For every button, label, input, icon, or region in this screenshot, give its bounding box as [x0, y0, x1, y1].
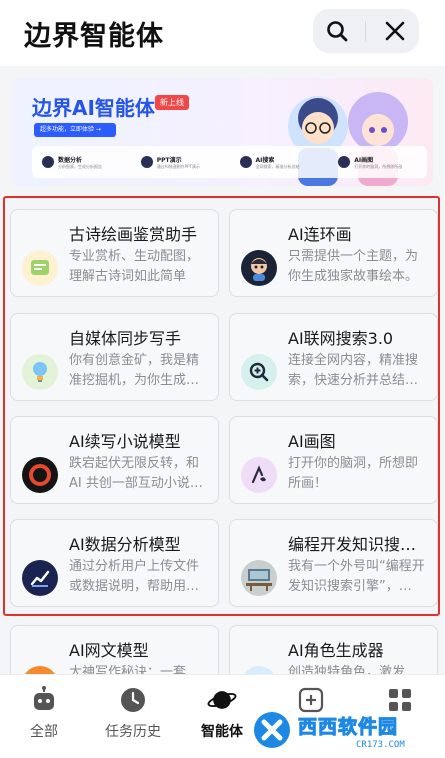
header-actions — [313, 9, 419, 53]
feature-subtitle: 分析图表，生成分析报告 — [58, 163, 102, 169]
clock-icon — [118, 685, 148, 715]
feature-title: 数据分析 — [58, 156, 83, 164]
watermark-url: CR173.COM — [356, 740, 405, 750]
tab-label: 任务历史 — [105, 724, 161, 740]
watermark-logo-icon — [254, 712, 290, 748]
tab-all[interactable]: 全部 — [4, 685, 84, 741]
robot-icon — [29, 685, 59, 715]
highlight-frame — [3, 196, 440, 616]
feature-subtitle: 通过AI快速制作PPT演示 — [156, 163, 200, 169]
banner-title: 边界AI智能体 — [32, 96, 155, 120]
banner-feature: AI搜索 全网搜索，精准分析总结 — [230, 146, 329, 178]
card-title: AI角色生成器 — [288, 641, 384, 660]
feature-subtitle: 打开你的脑洞，所想即所画 — [354, 163, 403, 169]
data-analysis-icon — [42, 156, 54, 168]
tab-label: 全部 — [30, 724, 58, 740]
search-icon — [327, 21, 348, 42]
divider — [365, 21, 367, 41]
tab-task-history[interactable]: 任务历史 — [93, 685, 173, 741]
site-watermark: 西西软件园 CR173.COM — [248, 706, 442, 756]
feature-title: AI搜索 — [255, 156, 275, 164]
ai-paint-icon — [338, 156, 351, 168]
promo-banner[interactable]: 边界AI智能体 新上线 超多功能，立即体验 → 数据分析 分析图表，生成分析报告 … — [12, 78, 433, 186]
banner-cta-button[interactable]: 超多功能，立即体验 → — [34, 123, 116, 137]
ai-search-icon — [239, 156, 252, 168]
banner-feature: 数据分析 分析图表，生成分析报告 — [32, 146, 131, 178]
app-header: 边界智能体 — [0, 0, 445, 66]
feature-subtitle: 全网搜索，精准分析总结 — [255, 163, 300, 169]
banner-features: 数据分析 分析图表，生成分析报告 PPT演示 通过AI快速制作PPT演示 AI搜索全… — [32, 146, 427, 178]
ppt-icon — [140, 156, 153, 168]
card-title: AI网文模型 — [69, 641, 149, 660]
feature-title: AI画图 — [354, 156, 374, 164]
banner-feature: AI画图 打开你的脑洞，所想即所画 — [328, 146, 427, 178]
close-button[interactable] — [375, 11, 415, 51]
page-title: 边界智能体 — [24, 21, 164, 52]
close-icon — [385, 21, 405, 41]
feature-title: PPT演示 — [156, 156, 182, 164]
new-badge: 新上线 — [155, 95, 189, 110]
banner-feature: PPT演示 通过AI快速制作PPT演示 — [131, 146, 230, 178]
tab-label: 智能体 — [201, 724, 243, 740]
planet-icon — [207, 685, 237, 715]
search-button[interactable] — [317, 11, 357, 51]
watermark-text: 西西软件园 — [297, 716, 399, 739]
